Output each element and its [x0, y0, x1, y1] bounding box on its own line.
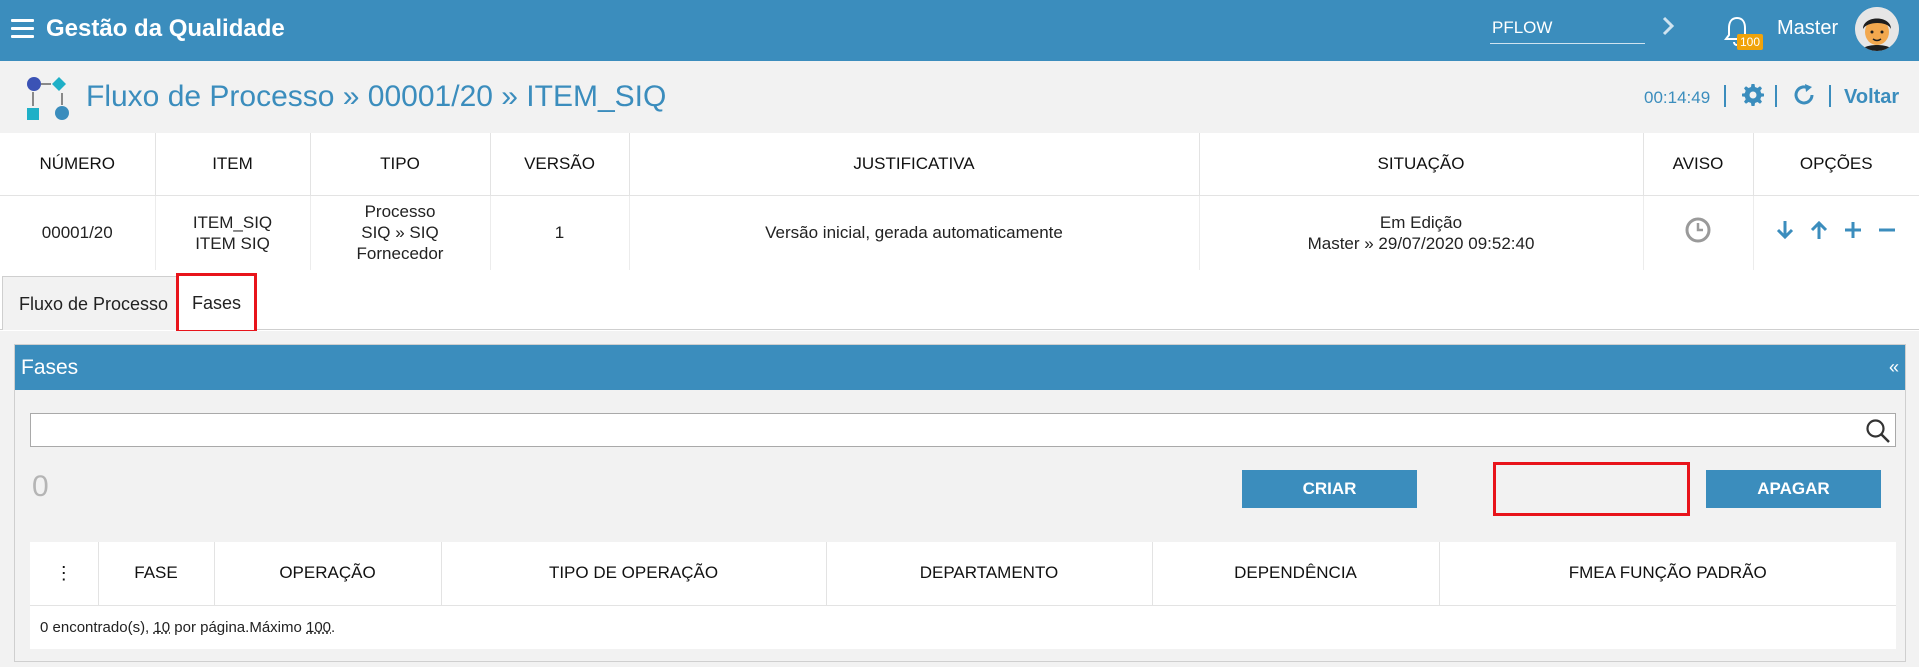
column-header: NÚMERO: [0, 133, 156, 196]
column-header[interactable]: FASE: [98, 542, 215, 606]
per-page-value[interactable]: 10: [153, 619, 170, 636]
menu-icon[interactable]: [11, 19, 34, 39]
tab-bar: Fluxo de Processo Fases: [0, 272, 1919, 333]
tab-fluxo-de-processo[interactable]: Fluxo de Processo: [2, 276, 186, 330]
create-button[interactable]: CRIAR: [1242, 470, 1417, 508]
tab-fases[interactable]: Fases: [176, 273, 257, 333]
column-header[interactable]: DEPENDÊNCIA: [1152, 542, 1440, 606]
back-link[interactable]: Voltar: [1844, 86, 1899, 109]
column-header: JUSTIFICATIVA: [629, 133, 1200, 196]
max-value[interactable]: 100: [306, 619, 331, 636]
minus-icon[interactable]: [1876, 219, 1898, 241]
app-title: Gestão da Qualidade: [46, 15, 285, 42]
item-info-table: NÚMERO ITEM TIPO VERSÃO JUSTIFICATIVA SI…: [0, 133, 1919, 270]
refresh-icon[interactable]: [1792, 83, 1816, 107]
result-count: 0: [32, 470, 49, 503]
clock-icon: [1685, 217, 1711, 243]
delete-button[interactable]: APAGAR: [1706, 470, 1881, 508]
column-header: AVISO: [1643, 133, 1754, 196]
column-header[interactable]: DEPARTAMENTO: [826, 542, 1153, 606]
fases-table: ⋮ FASE OPERAÇÃO TIPO DE OPERAÇÃO DEPARTA…: [30, 542, 1896, 649]
column-header: ITEM: [155, 133, 311, 196]
notification-badge: 100: [1737, 34, 1764, 50]
divider: [1775, 85, 1777, 107]
column-header[interactable]: OPERAÇÃO: [214, 542, 442, 606]
situacao-cell: Em Edição Master » 29/07/2020 09:52:40: [1199, 195, 1644, 270]
search-icon[interactable]: [1865, 418, 1891, 444]
arrow-up-icon[interactable]: [1808, 219, 1830, 241]
search-input[interactable]: [31, 414, 1851, 446]
search-box: [30, 413, 1896, 447]
gear-icon[interactable]: [1741, 83, 1765, 107]
avatar[interactable]: [1855, 7, 1899, 51]
column-header: TIPO: [310, 133, 491, 196]
top-bar: Gestão da Qualidade 100 Master: [0, 0, 1919, 61]
collapse-button[interactable]: «: [1889, 345, 1899, 390]
column-header[interactable]: FMEA FUNÇÃO PADRÃO: [1439, 542, 1896, 606]
column-menu-icon[interactable]: ⋮: [30, 542, 99, 606]
plus-icon[interactable]: [1842, 219, 1864, 241]
divider: [1724, 85, 1726, 107]
justificativa-cell: Versão inicial, gerada automaticamente: [629, 195, 1200, 270]
user-name[interactable]: Master: [1777, 17, 1838, 40]
item-cell: ITEM_SIQ ITEM SIQ: [155, 195, 311, 270]
module-input[interactable]: [1490, 12, 1645, 44]
versao-cell: 1: [490, 195, 630, 270]
page-header: Fluxo de Processo » 00001/20 » ITEM_SIQ …: [0, 61, 1919, 133]
process-flow-icon: [27, 77, 69, 120]
panel-title: Fases: [21, 356, 79, 379]
panel-header: Fases «: [15, 345, 1905, 390]
column-header: OPÇÕES: [1753, 133, 1919, 196]
numero-cell: 00001/20: [0, 195, 156, 270]
column-header: VERSÃO: [490, 133, 630, 196]
fases-panel: Fases « 0 CRIAR ⋮ FASE OPERAÇÃO TIPO DE …: [14, 344, 1906, 662]
aviso-cell: [1643, 195, 1754, 270]
arrow-down-icon[interactable]: [1774, 219, 1796, 241]
column-header: SITUAÇÃO: [1199, 133, 1644, 196]
divider: [1829, 85, 1831, 107]
table-row: 00001/20 ITEM_SIQ ITEM SIQ Processo SIQ …: [0, 195, 1919, 270]
chevron-right-icon[interactable]: [1660, 14, 1676, 38]
page-title: Fluxo de Processo » 00001/20 » ITEM_SIQ: [86, 80, 667, 113]
tipo-cell: Processo SIQ » SIQ Fornecedor: [310, 195, 491, 270]
pagination-info: 0 encontrado(s), 10 por página.Máximo 10…: [40, 618, 336, 636]
options-cell: [1753, 195, 1919, 270]
column-header[interactable]: TIPO DE OPERAÇÃO: [441, 542, 827, 606]
session-timer: 00:14:49: [1644, 88, 1711, 107]
tab-content: Fases « 0 CRIAR ⋮ FASE OPERAÇÃO TIPO DE …: [0, 331, 1919, 667]
